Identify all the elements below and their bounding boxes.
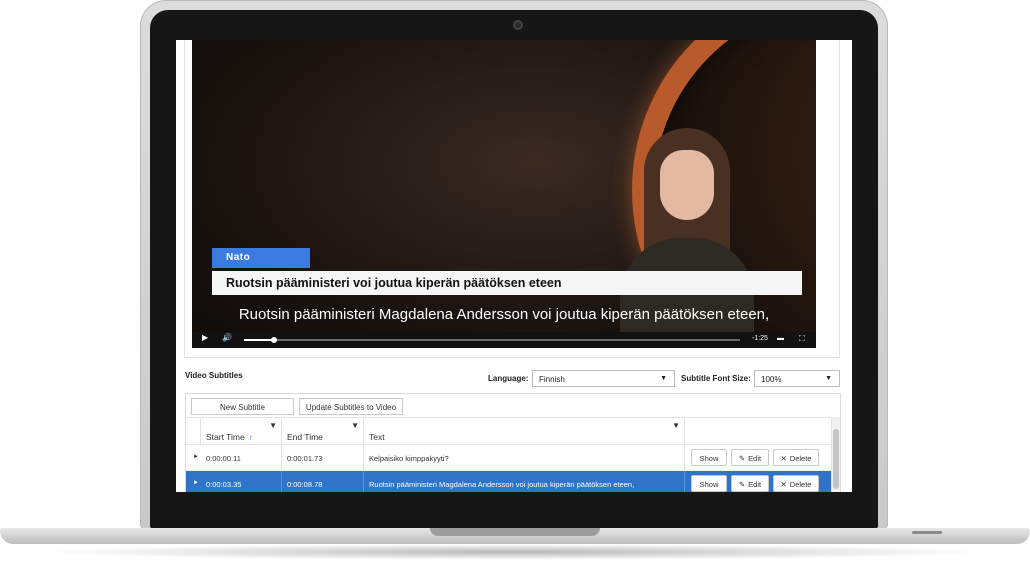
expand-row-icon[interactable]: ► bbox=[193, 454, 199, 460]
video-player[interactable]: Nato Ruotsin pääministeri voi joutua kip… bbox=[192, 40, 816, 348]
show-button[interactable]: Show bbox=[691, 475, 727, 492]
grid-scrollbar[interactable] bbox=[831, 417, 840, 492]
pencil-icon: ✎ bbox=[738, 454, 746, 463]
column-header-actions bbox=[685, 418, 832, 446]
subtitle-grid: New Subtitle Update Subtitles to Video S… bbox=[185, 393, 841, 492]
grid-header: Start Time ↑ ▼ End Time ▼ Text ▼ bbox=[186, 417, 832, 446]
edit-button[interactable]: ✎ Edit bbox=[731, 475, 769, 492]
progress-fill bbox=[244, 339, 274, 341]
section-title: Video Subtitles bbox=[185, 371, 243, 380]
show-button[interactable]: Show bbox=[691, 449, 727, 466]
laptop-notch bbox=[430, 528, 600, 536]
laptop-indicator bbox=[912, 531, 942, 534]
font-size-value: 100% bbox=[761, 375, 782, 384]
filter-icon[interactable]: ▼ bbox=[269, 421, 277, 430]
update-subtitles-button[interactable]: Update Subtitles to Video bbox=[299, 398, 403, 415]
column-header-end-time[interactable]: End Time ▼ bbox=[282, 418, 364, 446]
language-label: Language: bbox=[488, 374, 529, 383]
chevron-down-icon: ▼ bbox=[825, 375, 832, 382]
laptop-shadow bbox=[40, 544, 990, 560]
close-icon: ✕ bbox=[780, 454, 787, 463]
column-header-text[interactable]: Text ▼ bbox=[364, 418, 685, 446]
sort-ascending-icon: ↑ bbox=[248, 433, 253, 442]
scrollbar-thumb[interactable] bbox=[833, 429, 839, 489]
fullscreen-icon[interactable]: ⛶ bbox=[799, 334, 805, 344]
font-size-select[interactable]: 100% ▼ bbox=[754, 370, 840, 387]
presenter-face bbox=[660, 150, 714, 220]
pencil-icon: ✎ bbox=[738, 480, 746, 489]
video-controls: ▶ 🔊 -1:25 ▬ ⛶ bbox=[192, 332, 816, 348]
end-time-cell: 0:00:08.78 bbox=[282, 471, 364, 492]
time-remaining: -1:25 bbox=[752, 335, 768, 342]
start-time-cell: 0:00:00.11 bbox=[201, 445, 282, 471]
subtitle-overlay: Ruotsin pääministeri Magdalena Andersson… bbox=[238, 306, 770, 323]
volume-icon[interactable]: 🔊 bbox=[222, 333, 232, 342]
new-subtitle-button[interactable]: New Subtitle bbox=[191, 398, 294, 415]
screen: Nato Ruotsin pääministeri voi joutua kip… bbox=[176, 40, 852, 492]
close-icon: ✕ bbox=[780, 480, 787, 489]
language-value: Finnish bbox=[539, 375, 565, 384]
column-header-start-time[interactable]: Start Time ↑ ▼ bbox=[201, 418, 282, 446]
table-row-selected[interactable]: ► 0:00:03.35 0:00:08.78 Ruotsin pääminis… bbox=[186, 471, 832, 492]
delete-button[interactable]: ✕ Delete bbox=[773, 475, 819, 492]
expand-row-icon[interactable]: ► bbox=[193, 480, 199, 486]
progress-handle[interactable] bbox=[271, 337, 277, 343]
filter-icon[interactable]: ▼ bbox=[672, 421, 680, 430]
news-headline: Ruotsin pääministeri voi joutua kiperän … bbox=[212, 271, 802, 295]
delete-button[interactable]: ✕ Delete bbox=[773, 449, 819, 466]
filter-icon[interactable]: ▼ bbox=[351, 421, 359, 430]
table-row[interactable]: ► 0:00:00.11 0:00:01.73 Kelpaisiko kimpp… bbox=[186, 445, 832, 471]
progress-track[interactable] bbox=[244, 339, 740, 341]
play-icon[interactable]: ▶ bbox=[202, 333, 208, 342]
start-time-cell: 0:00:03.35 bbox=[201, 471, 282, 492]
news-tag: Nato bbox=[212, 248, 310, 268]
camera-icon bbox=[513, 20, 523, 30]
language-select[interactable]: Finnish ▼ bbox=[532, 370, 675, 387]
captions-icon[interactable]: ▬ bbox=[777, 335, 784, 342]
edit-button[interactable]: ✎ Edit bbox=[731, 449, 769, 466]
text-cell: Ruotsin pääministeri Magdalena Andersson… bbox=[364, 471, 685, 492]
chevron-down-icon: ▼ bbox=[660, 375, 667, 382]
expander-column-header bbox=[186, 418, 201, 446]
end-time-cell: 0:00:01.73 bbox=[282, 445, 364, 471]
text-cell: Kelpaisiko kimppakyyti? bbox=[364, 445, 685, 471]
font-size-label: Subtitle Font Size: bbox=[681, 374, 751, 383]
